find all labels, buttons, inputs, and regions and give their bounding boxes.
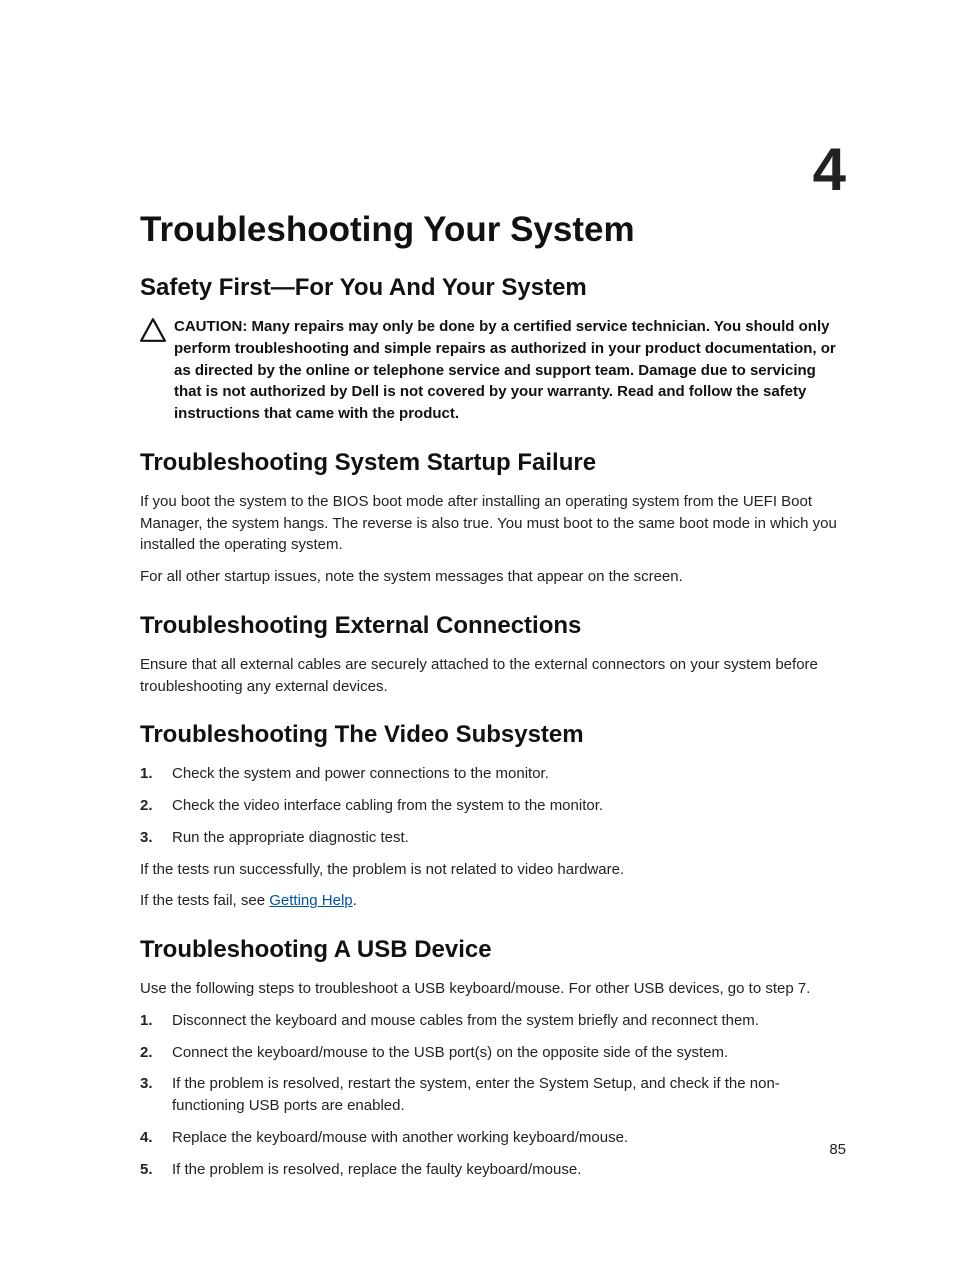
list-item: Disconnect the keyboard and mouse cables… bbox=[140, 1010, 846, 1032]
ordered-list-video: Check the system and power connections t… bbox=[140, 763, 846, 848]
caution-label: CAUTION: bbox=[174, 318, 252, 335]
list-item: Check the system and power connections t… bbox=[140, 763, 846, 785]
body-text: Use the following steps to troubleshoot … bbox=[140, 978, 846, 1000]
body-text: Ensure that all external cables are secu… bbox=[140, 654, 846, 698]
list-item: Check the video interface cabling from t… bbox=[140, 795, 846, 817]
list-item: Connect the keyboard/mouse to the USB po… bbox=[140, 1042, 846, 1064]
list-item: If the problem is resolved, restart the … bbox=[140, 1073, 846, 1117]
page-title: Troubleshooting Your System bbox=[140, 210, 846, 250]
list-item: If the problem is resolved, replace the … bbox=[140, 1159, 846, 1181]
list-item: Replace the keyboard/mouse with another … bbox=[140, 1127, 846, 1149]
section-heading-video: Troubleshooting The Video Subsystem bbox=[140, 721, 846, 749]
body-text: If the tests fail, see Getting Help. bbox=[140, 890, 846, 912]
page-number: 85 bbox=[829, 1141, 846, 1158]
body-text: If you boot the system to the BIOS boot … bbox=[140, 491, 846, 556]
caution-icon bbox=[140, 318, 166, 342]
section-heading-usb: Troubleshooting A USB Device bbox=[140, 936, 846, 964]
section-heading-safety: Safety First—For You And Your System bbox=[140, 274, 846, 302]
caution-block: CAUTION: Many repairs may only be done b… bbox=[140, 316, 846, 425]
caution-text: CAUTION: Many repairs may only be done b… bbox=[174, 316, 846, 425]
text-fragment: . bbox=[353, 892, 357, 909]
getting-help-link[interactable]: Getting Help bbox=[269, 892, 352, 909]
ordered-list-usb: Disconnect the keyboard and mouse cables… bbox=[140, 1010, 846, 1181]
body-text: If the tests run successfully, the probl… bbox=[140, 859, 846, 881]
document-page: 4 Troubleshooting Your System Safety Fir… bbox=[0, 0, 954, 1268]
caution-body: Many repairs may only be done by a certi… bbox=[174, 318, 836, 422]
chapter-number: 4 bbox=[813, 140, 846, 200]
list-item: Run the appropriate diagnostic test. bbox=[140, 827, 846, 849]
body-text: For all other startup issues, note the s… bbox=[140, 566, 846, 588]
section-heading-external: Troubleshooting External Connections bbox=[140, 612, 846, 640]
section-heading-startup: Troubleshooting System Startup Failure bbox=[140, 449, 846, 477]
text-fragment: If the tests fail, see bbox=[140, 892, 269, 909]
